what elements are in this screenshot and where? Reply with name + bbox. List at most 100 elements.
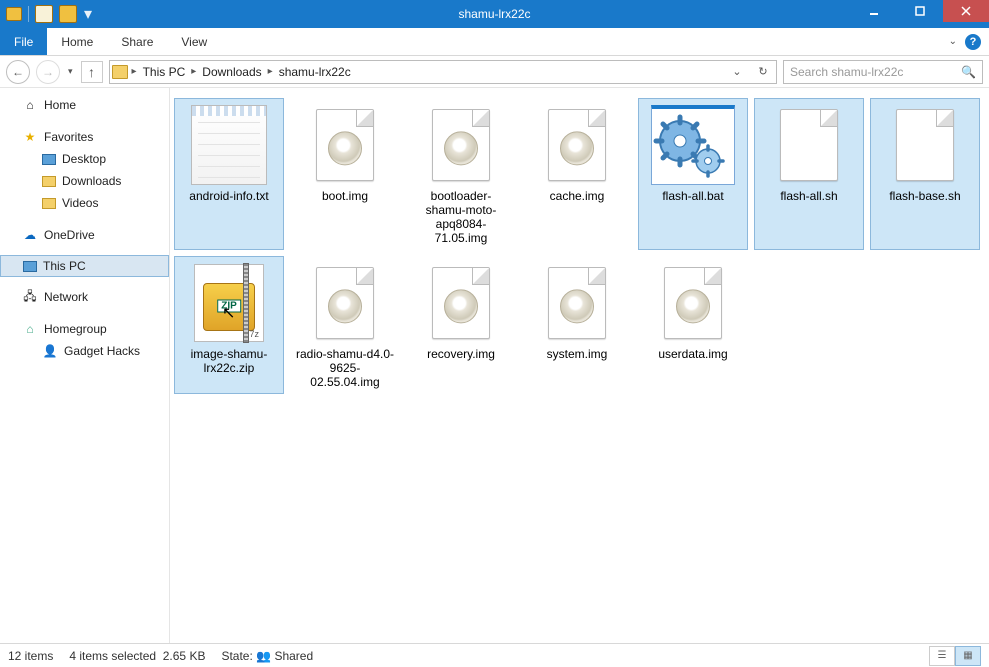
file-item[interactable]: system.img <box>522 256 632 394</box>
address-row: ← → ▾ ↑ ▸ This PC ▸ Downloads ▸ shamu-lr… <box>0 56 989 88</box>
shared-icon: 👥 <box>256 649 271 663</box>
file-icon <box>533 261 621 345</box>
details-view-button[interactable]: ☰ <box>929 646 955 666</box>
files-pane[interactable]: android-info.txt boot.img bootloader-shamu… <box>170 88 989 643</box>
desktop-icon <box>42 154 56 165</box>
nav-thispc[interactable]: This PC <box>0 255 169 277</box>
breadcrumb-current[interactable]: shamu-lrx22c <box>277 65 353 79</box>
file-icon: ZIP7z↖ <box>185 261 273 345</box>
folder-icon <box>112 65 128 79</box>
maximize-button[interactable] <box>897 0 943 22</box>
forward-button[interactable]: → <box>36 60 60 84</box>
file-label: flash-all.bat <box>660 189 725 203</box>
collapse-ribbon-icon[interactable]: ⌄ <box>949 36 957 47</box>
file-icon <box>417 261 505 345</box>
nav-onedrive[interactable]: ☁OneDrive <box>0 224 169 246</box>
chevron-right-icon[interactable]: ▸ <box>268 66 273 77</box>
file-item[interactable]: boot.img <box>290 98 400 250</box>
nav-network[interactable]: 🖧Network <box>0 286 169 308</box>
refresh-button[interactable]: ↻ <box>752 61 774 83</box>
file-label: cache.img <box>548 189 607 203</box>
nav-favorites[interactable]: ★Favorites <box>0 126 169 148</box>
window-title: shamu-lrx22c <box>0 7 989 21</box>
file-icon <box>881 103 969 187</box>
up-button[interactable]: ↑ <box>81 61 103 83</box>
file-label: flash-base.sh <box>887 189 962 203</box>
minimize-button[interactable] <box>851 0 897 22</box>
qat-dropdown-icon[interactable]: ▾ <box>83 5 93 23</box>
cloud-icon: ☁ <box>22 228 38 242</box>
file-item[interactable]: bootloader-shamu-moto-apq8084-71.05.img <box>406 98 516 250</box>
file-label: bootloader-shamu-moto-apq8084-71.05.img <box>409 189 513 245</box>
file-tab[interactable]: File <box>0 28 47 55</box>
ribbon: File Home Share View ⌄ ? <box>0 28 989 56</box>
search-placeholder: Search shamu-lrx22c <box>790 65 903 79</box>
nav-gadget-hacks[interactable]: 👤Gadget Hacks <box>0 340 169 362</box>
search-input[interactable]: Search shamu-lrx22c 🔍 <box>783 60 983 84</box>
ribbon-controls: ⌄ ? <box>949 28 989 55</box>
file-label: android-info.txt <box>187 189 270 203</box>
homegroup-icon: ⌂ <box>22 322 38 336</box>
status-selection: 4 items selected 2.65 KB <box>69 649 205 663</box>
chevron-right-icon[interactable]: ▸ <box>191 66 196 77</box>
properties-icon[interactable] <box>35 5 53 23</box>
file-item[interactable]: flash-all.bat <box>638 98 748 250</box>
computer-icon <box>23 261 37 272</box>
file-item[interactable]: flash-all.sh <box>754 98 864 250</box>
file-item[interactable]: radio-shamu-d4.0-9625-02.55.04.img <box>290 256 400 394</box>
tab-view[interactable]: View <box>167 28 221 55</box>
file-icon <box>301 261 389 345</box>
file-label: recovery.img <box>425 347 497 361</box>
address-bar[interactable]: ▸ This PC ▸ Downloads ▸ shamu-lrx22c ⌄ ↻ <box>109 60 777 84</box>
file-item[interactable]: flash-base.sh <box>870 98 980 250</box>
main-area: ⌂Home ★Favorites Desktop Downloads Video… <box>0 88 989 643</box>
navigation-pane[interactable]: ⌂Home ★Favorites Desktop Downloads Video… <box>0 88 170 643</box>
breadcrumb-downloads[interactable]: Downloads <box>200 65 263 79</box>
file-label: boot.img <box>320 189 370 203</box>
folder-icon <box>42 176 56 187</box>
file-item[interactable]: ZIP7z↖image-shamu-lrx22c.zip <box>174 256 284 394</box>
file-item[interactable]: cache.img <box>522 98 632 250</box>
nav-desktop[interactable]: Desktop <box>0 148 169 170</box>
file-label: system.img <box>545 347 610 361</box>
file-icon <box>649 261 737 345</box>
address-dropdown-icon[interactable]: ⌄ <box>726 61 748 83</box>
search-icon: 🔍 <box>961 65 976 79</box>
nav-downloads[interactable]: Downloads <box>0 170 169 192</box>
folder-icon <box>42 198 56 209</box>
file-item[interactable]: recovery.img <box>406 256 516 394</box>
status-bar: 12 items 4 items selected 2.65 KB State:… <box>0 643 989 667</box>
file-icon <box>417 103 505 187</box>
file-label: radio-shamu-d4.0-9625-02.55.04.img <box>293 347 397 389</box>
home-icon: ⌂ <box>22 98 38 112</box>
breadcrumb-thispc[interactable]: This PC <box>141 65 188 79</box>
file-label: userdata.img <box>656 347 729 361</box>
file-icon <box>533 103 621 187</box>
nav-videos[interactable]: Videos <box>0 192 169 214</box>
history-dropdown-icon[interactable]: ▾ <box>66 66 75 77</box>
star-icon: ★ <box>22 130 38 144</box>
close-button[interactable] <box>943 0 989 22</box>
help-icon[interactable]: ? <box>965 34 981 50</box>
tab-home[interactable]: Home <box>47 28 107 55</box>
quick-access-toolbar: ▾ <box>0 5 93 23</box>
folder-icon[interactable] <box>6 7 22 21</box>
file-label: image-shamu-lrx22c.zip <box>177 347 281 375</box>
file-item[interactable]: android-info.txt <box>174 98 284 250</box>
nav-homegroup[interactable]: ⌂Homegroup <box>0 318 169 340</box>
file-icon <box>765 103 853 187</box>
nav-home[interactable]: ⌂Home <box>0 94 169 116</box>
qat-separator <box>28 6 29 22</box>
file-item[interactable]: userdata.img <box>638 256 748 394</box>
back-button[interactable]: ← <box>6 60 30 84</box>
view-buttons: ☰ ▦ <box>929 646 981 666</box>
status-state: State: 👥 Shared <box>221 649 313 663</box>
new-folder-icon[interactable] <box>59 5 77 23</box>
file-icon <box>649 103 737 187</box>
tab-share[interactable]: Share <box>107 28 167 55</box>
chevron-right-icon[interactable]: ▸ <box>132 66 137 77</box>
titlebar: ▾ shamu-lrx22c <box>0 0 989 28</box>
file-icon <box>185 103 273 187</box>
icons-view-button[interactable]: ▦ <box>955 646 981 666</box>
file-grid: android-info.txt boot.img bootloader-shamu… <box>174 98 985 394</box>
